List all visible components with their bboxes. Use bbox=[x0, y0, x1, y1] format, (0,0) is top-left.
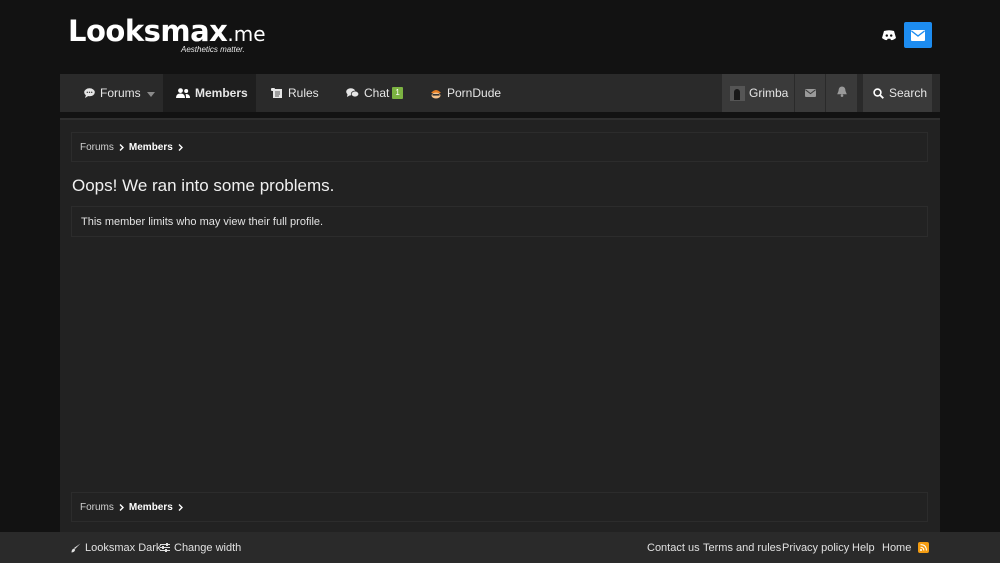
tab-chat-label: Chat bbox=[364, 86, 390, 100]
users-icon bbox=[176, 88, 190, 98]
footer-link-terms[interactable]: Terms and rules bbox=[703, 532, 781, 563]
search-button[interactable]: Search bbox=[863, 74, 932, 112]
chevron-right-icon bbox=[178, 503, 183, 511]
comments-icon bbox=[346, 88, 359, 98]
inbox-button[interactable] bbox=[795, 74, 825, 112]
chevron-right-icon bbox=[119, 503, 124, 511]
alerts-button[interactable] bbox=[826, 74, 857, 112]
search-icon bbox=[873, 87, 884, 99]
content-panel: Forums Members Oops! We ran into some pr… bbox=[60, 118, 940, 532]
chat-count-badge: 1 bbox=[392, 87, 403, 99]
main-nav: Forums Members Rules Chat 1 PornDude Gri… bbox=[60, 74, 940, 112]
username: Grimba bbox=[749, 86, 789, 100]
footer: Looksmax Dark Change width Contact us Te… bbox=[0, 532, 1000, 563]
rss-link[interactable] bbox=[918, 532, 929, 563]
footer-link-help[interactable]: Help bbox=[852, 532, 875, 563]
scroll-icon bbox=[271, 87, 283, 99]
comment-icon bbox=[84, 88, 95, 98]
page-title: Oops! We ran into some problems. bbox=[72, 176, 335, 195]
envelope-icon bbox=[804, 86, 816, 100]
tab-chat[interactable]: Chat 1 bbox=[346, 74, 403, 112]
logo-text: Looksmax bbox=[68, 14, 228, 48]
tab-forums-label: Forums bbox=[100, 86, 141, 100]
breadcrumb-members[interactable]: Members bbox=[129, 142, 173, 153]
search-label: Search bbox=[889, 86, 928, 100]
change-width-label: Change width bbox=[174, 541, 242, 554]
bell-icon bbox=[836, 86, 847, 100]
footer-link-home[interactable]: Home bbox=[882, 532, 911, 563]
envelope-icon[interactable] bbox=[904, 22, 932, 48]
rss-icon bbox=[918, 542, 929, 553]
chevron-right-icon bbox=[119, 143, 124, 151]
forums-dropdown-toggle[interactable] bbox=[146, 74, 156, 112]
tab-rules-label: Rules bbox=[288, 86, 319, 100]
breadcrumb-forums[interactable]: Forums bbox=[80, 142, 114, 153]
tab-porndude-label: PornDude bbox=[447, 86, 502, 100]
avatar bbox=[730, 85, 745, 101]
tab-porndude[interactable]: PornDude bbox=[430, 74, 501, 112]
footer-link-privacy[interactable]: Privacy policy bbox=[782, 532, 849, 563]
error-message: This member limits who may view their fu… bbox=[71, 206, 928, 237]
breadcrumb: Forums Members bbox=[71, 132, 928, 162]
logo-tld: .me bbox=[227, 22, 266, 46]
chevron-right-icon bbox=[178, 143, 183, 151]
tab-rules[interactable]: Rules bbox=[271, 74, 319, 112]
style-chooser-link[interactable]: Looksmax Dark bbox=[71, 532, 161, 563]
breadcrumb-members[interactable]: Members bbox=[129, 502, 173, 513]
tab-members-label: Members bbox=[195, 86, 248, 100]
tab-forums[interactable]: Forums bbox=[84, 74, 141, 112]
user-menu[interactable]: Grimba bbox=[722, 74, 794, 112]
breadcrumb-bottom: Forums Members bbox=[71, 492, 928, 522]
paint-brush-icon bbox=[71, 543, 81, 553]
tab-members[interactable]: Members bbox=[163, 74, 256, 112]
discord-icon[interactable] bbox=[875, 22, 903, 48]
site-logo[interactable]: Looksmax.me Aesthetics matter. bbox=[68, 14, 266, 57]
change-width-link[interactable]: Change width bbox=[160, 532, 241, 563]
breadcrumb-forums[interactable]: Forums bbox=[80, 502, 114, 513]
porndude-icon bbox=[430, 88, 442, 99]
footer-link-contact[interactable]: Contact us bbox=[647, 532, 700, 563]
sliders-icon bbox=[160, 543, 170, 552]
logo-tagline: Aesthetics matter. bbox=[181, 45, 245, 54]
style-chooser-label: Looksmax Dark bbox=[85, 541, 162, 554]
caret-down-icon bbox=[147, 86, 155, 100]
